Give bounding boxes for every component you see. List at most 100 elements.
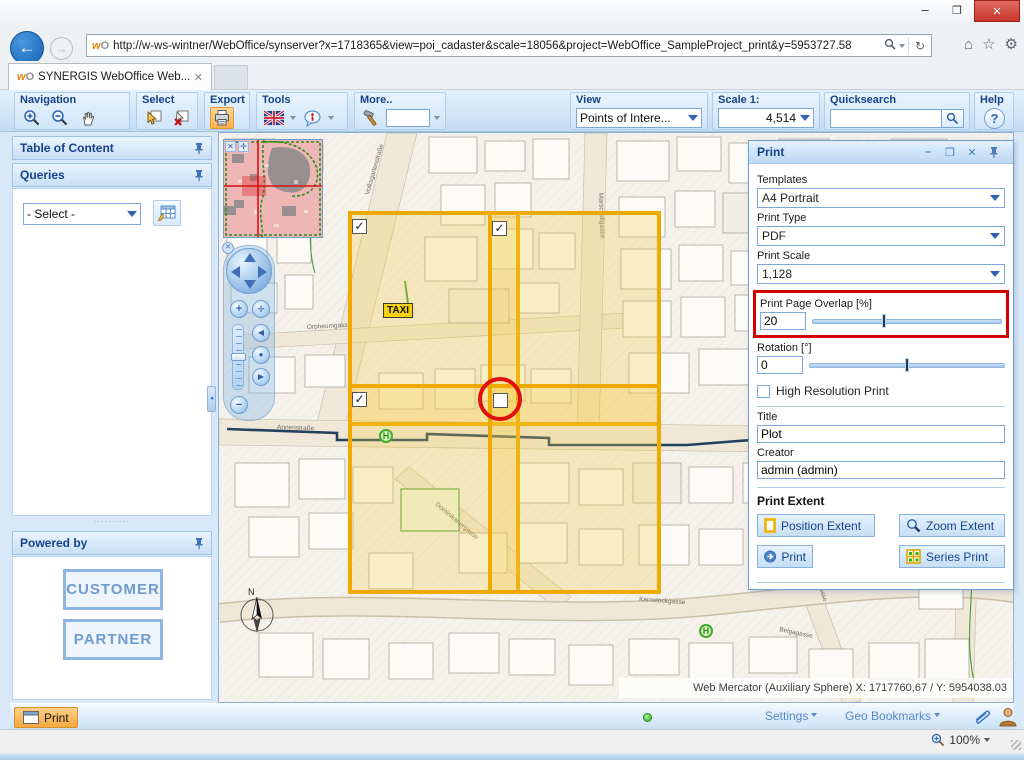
url-search-caret-icon[interactable] [899, 44, 905, 51]
position-extent-button[interactable]: Position Extent [757, 514, 875, 537]
zoom-out-round-button[interactable] [230, 396, 248, 414]
browser-zoom-control[interactable]: 100% [931, 733, 990, 747]
overview-map[interactable]: ✕ ✛ [223, 139, 323, 238]
zoom-in-round-button[interactable] [230, 300, 248, 318]
creator-input[interactable] [757, 461, 1005, 479]
quicksearch-input[interactable] [830, 109, 942, 128]
info-tool-button[interactable] [300, 107, 324, 129]
print-export-button[interactable] [210, 107, 234, 129]
partner-logo-link[interactable]: PARTNER [63, 619, 163, 660]
zoom-caret-icon [984, 738, 990, 745]
pan-north-icon[interactable] [244, 253, 256, 262]
overview-move-icon[interactable]: ✛ [238, 141, 249, 152]
next-extent-button[interactable] [252, 368, 270, 386]
site-favicon: wO [92, 40, 109, 52]
pin-icon[interactable] [194, 537, 204, 549]
info-caret-icon[interactable] [328, 116, 334, 123]
settings-gear-icon[interactable]: ⚙ [1005, 36, 1018, 54]
more-caret-icon[interactable] [434, 116, 440, 123]
paperclip-icon[interactable] [972, 707, 992, 730]
overlap-slider-handle[interactable] [882, 314, 886, 328]
query-table-button[interactable] [153, 200, 181, 226]
tab-close-icon[interactable] [192, 71, 205, 84]
view-dropdown[interactable]: Points of Intere... [576, 108, 702, 128]
select-features-button[interactable] [142, 107, 165, 129]
panel-header-queries[interactable]: Queries [12, 163, 212, 187]
zoom-slider-handle[interactable] [231, 353, 246, 361]
panel-popout-icon[interactable]: ❐ [939, 146, 961, 159]
overview-close-icon[interactable]: ✕ [225, 141, 236, 152]
window-maximize-button[interactable] [942, 0, 972, 22]
print-scale-dropdown[interactable]: 1,128 [757, 264, 1005, 284]
page-checkbox-2[interactable] [492, 221, 507, 236]
resize-grip[interactable] [1011, 740, 1021, 750]
zoom-extent-button[interactable]: Zoom Extent [899, 514, 1005, 537]
pan-west-icon[interactable] [231, 266, 240, 278]
pin-icon[interactable] [194, 169, 204, 181]
zoom-box-button[interactable] [252, 300, 270, 318]
templates-dropdown[interactable]: A4 Portrait [757, 188, 1005, 208]
zoom-slider[interactable] [232, 324, 244, 390]
url-text[interactable]: http://w-ws-wintner/WebOffice/synserver?… [113, 40, 881, 52]
language-caret-icon[interactable] [290, 116, 296, 123]
user-avatar-icon[interactable] [998, 706, 1018, 730]
browser-forward-button[interactable] [50, 37, 73, 60]
series-print-button[interactable]: Series Print [899, 545, 1005, 568]
zoom-out-button[interactable] [48, 107, 72, 129]
zoom-in-button[interactable] [20, 107, 44, 129]
page-checkbox-3[interactable] [352, 392, 367, 407]
panel-header-table-of-content[interactable]: Table of Content [12, 136, 212, 160]
url-search-icon[interactable] [884, 38, 896, 53]
favorites-star-icon[interactable]: ☆ [982, 36, 995, 54]
panel-minimize-icon[interactable]: – [917, 146, 939, 158]
geo-bookmarks-menu[interactable]: Geo Bookmarks [845, 709, 940, 723]
rotation-slider[interactable] [809, 358, 1005, 372]
navwidget-close-icon[interactable] [222, 242, 234, 254]
settings-menu[interactable]: Settings [765, 709, 817, 723]
window-close-button[interactable] [974, 0, 1020, 22]
view-caret-icon [688, 115, 698, 126]
rotation-input[interactable] [757, 356, 803, 374]
browser-back-button[interactable] [10, 31, 44, 65]
high-resolution-checkbox[interactable] [757, 385, 770, 398]
more-combobox[interactable] [386, 109, 430, 127]
pan-hand-button[interactable] [76, 107, 100, 129]
sidebar-collapse-handle[interactable] [207, 386, 216, 412]
pan-compass[interactable] [226, 248, 272, 294]
panel-header-powered-by[interactable]: Powered by [12, 531, 212, 555]
new-tab-button[interactable] [214, 65, 248, 90]
query-select-dropdown[interactable]: - Select - [23, 203, 141, 225]
print-panel-header[interactable]: Print – ❐ ✕ [749, 141, 1013, 164]
full-extent-button[interactable] [252, 346, 270, 364]
quicksearch-button[interactable] [942, 109, 964, 128]
window-minimize-button[interactable] [910, 0, 940, 22]
print-type-dropdown[interactable]: PDF [757, 226, 1005, 246]
browser-tab[interactable]: wO SYNERGIS WebOffice Web... [8, 63, 212, 90]
connection-status-icon [643, 713, 652, 722]
url-field[interactable]: wO http://w-ws-wintner/WebOffice/synserv… [86, 34, 932, 57]
home-icon[interactable]: ⌂ [964, 36, 973, 54]
group-label: View [576, 94, 702, 107]
page-checkbox-1[interactable] [352, 219, 367, 234]
bus-stop-symbol: H [699, 624, 713, 638]
pin-icon[interactable] [194, 142, 204, 154]
overlap-slider[interactable] [812, 314, 1002, 328]
overlap-input[interactable] [760, 312, 806, 330]
tools-hammer-icon[interactable] [360, 107, 382, 129]
panel-pin-icon[interactable] [983, 146, 1005, 158]
clear-selection-button[interactable] [169, 107, 192, 129]
refresh-icon[interactable]: ↻ [915, 39, 925, 53]
pan-east-icon[interactable] [258, 266, 267, 278]
scale-dropdown[interactable]: 4,514 [718, 108, 814, 128]
print-task-button[interactable]: Print [14, 707, 78, 728]
panel-close-icon[interactable]: ✕ [961, 146, 983, 159]
print-button[interactable]: Print [757, 545, 813, 568]
sidebar-splitter-handle[interactable] [12, 518, 212, 526]
rotation-slider-handle[interactable] [905, 358, 909, 372]
language-flag-button[interactable] [262, 107, 286, 129]
title-input[interactable] [757, 425, 1005, 443]
help-button[interactable] [984, 108, 1005, 129]
pan-south-icon[interactable] [244, 280, 256, 289]
customer-logo-link[interactable]: CUSTOMER [63, 569, 163, 610]
previous-extent-button[interactable] [252, 324, 270, 342]
